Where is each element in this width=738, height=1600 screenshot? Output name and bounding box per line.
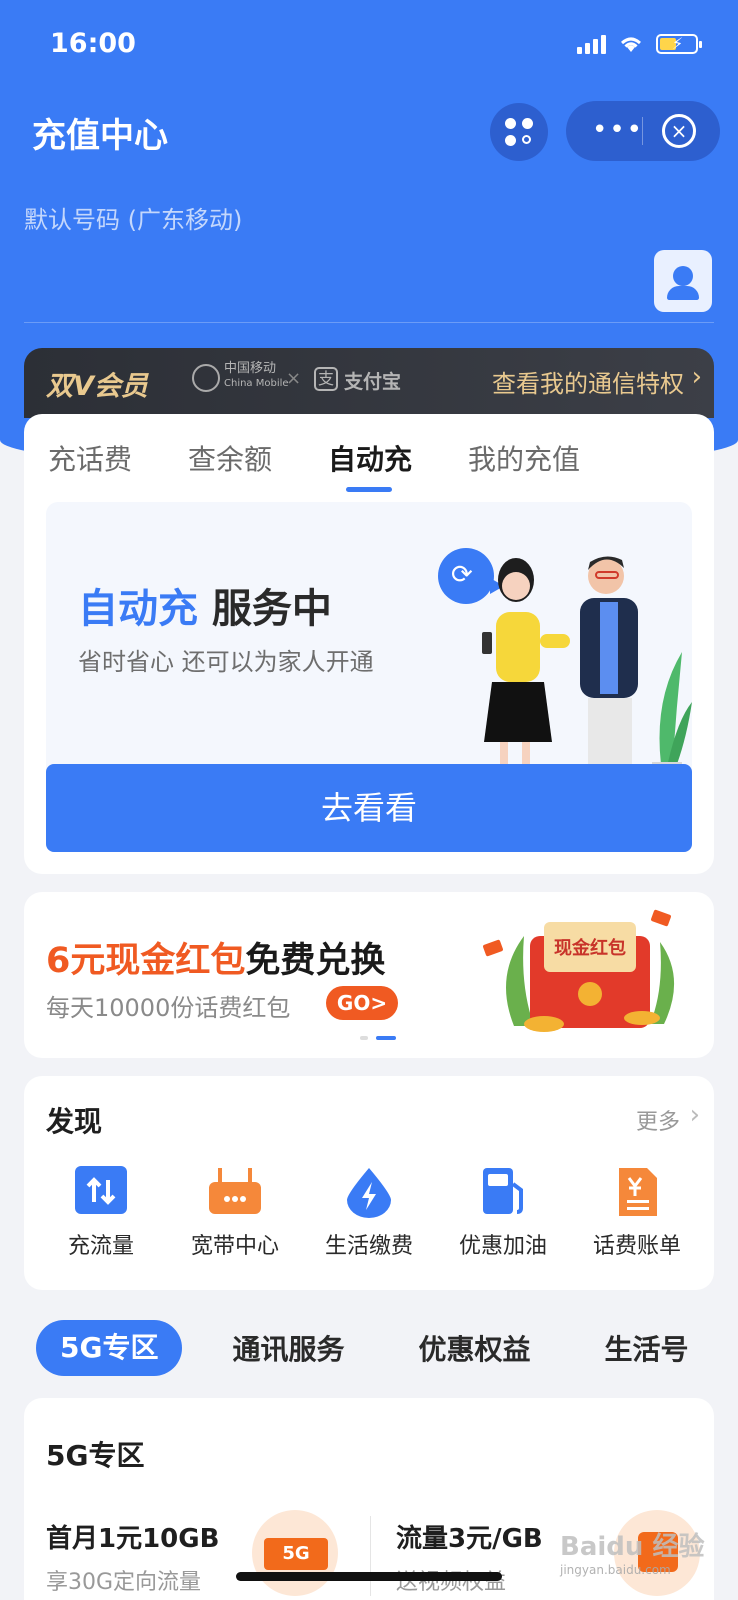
china-mobile-text: 中国移动 China Mobile	[224, 361, 289, 390]
product-title[interactable]: 流量3元/GB	[396, 1518, 543, 1555]
discover-item-label: 宽带中心	[190, 1234, 279, 1259]
go-see-button[interactable]: 去看看	[46, 764, 692, 852]
discover-item-label: 话费账单	[592, 1234, 681, 1259]
discover-item-label: 充流量	[67, 1234, 134, 1259]
vip-title: 双V会员	[46, 371, 148, 402]
china-mobile-logo-icon	[192, 364, 220, 392]
view-privileges-link[interactable]: 查看我的通信特权	[492, 364, 684, 399]
divider	[370, 1516, 371, 1596]
contact-picker-button[interactable]	[654, 250, 712, 312]
chevron-right-icon: ›	[689, 1100, 700, 1130]
more-options-icon[interactable]: •••	[592, 115, 644, 145]
discover-item-bill[interactable]: 话费账单	[577, 1166, 697, 1260]
discover-item-fuel[interactable]: 优惠加油	[443, 1166, 563, 1260]
tab-balance[interactable]: 查余额	[188, 438, 272, 478]
carousel-indicator	[360, 1036, 396, 1040]
tab-discount-rights[interactable]: 优惠权益	[418, 1328, 530, 1368]
miniapp-capsule: ••• ×	[566, 101, 720, 161]
discover-item-label: 生活缴费	[324, 1234, 413, 1259]
status-bar: 16:00 ⚡	[50, 28, 702, 64]
lightning-drop-icon	[343, 1166, 395, 1218]
close-icon[interactable]: ×	[662, 114, 696, 148]
tab-auto-recharge[interactable]: 自动充	[328, 438, 412, 492]
5g-ticket-icon: 5G	[252, 1510, 338, 1596]
router-icon	[209, 1166, 261, 1218]
fuel-pump-icon	[477, 1166, 529, 1218]
promo-go-button[interactable]: GO>	[326, 986, 398, 1020]
red-packet-label: 现金红包	[554, 937, 626, 959]
tab-my-recharge[interactable]: 我的充值	[468, 438, 580, 478]
product-subtitle: 享30G定向流量	[46, 1570, 202, 1595]
discover-more-link[interactable]: 更多	[636, 1104, 680, 1136]
signal-icon	[577, 34, 606, 54]
recharge-tabs: 充话费 查余额 自动充 我的充值	[48, 438, 580, 492]
discover-item-broadband[interactable]: 宽带中心	[175, 1166, 295, 1260]
alipay-logo-icon: 支	[314, 367, 338, 391]
alipay-text: 支付宝	[344, 371, 402, 393]
red-packet-illustration: 现金红包	[483, 909, 675, 1032]
discover-title: 发现	[46, 1105, 103, 1138]
times-symbol: ×	[286, 368, 302, 389]
contact-icon	[673, 266, 693, 286]
product-title[interactable]: 首月1元10GB	[46, 1518, 219, 1555]
tab-telecom-service[interactable]: 通讯服务	[232, 1328, 344, 1368]
scan-switch-button[interactable]	[490, 103, 548, 161]
vip-membership-bar[interactable]: 双V会员 中国移动 China Mobile × 支 支付宝 查看我的通信特权 ›	[24, 348, 714, 418]
people-illustration	[482, 556, 692, 780]
banner-title: 自动充 服务中	[78, 586, 332, 632]
discover-item-utilities[interactable]: 生活缴费	[309, 1166, 429, 1260]
discover-section: 发现 更多 › 充流量 宽带中心 生活缴费 优惠加油 话费账单	[24, 1076, 714, 1290]
data-recharge-icon	[75, 1166, 127, 1218]
discover-item-data[interactable]: 充流量	[41, 1166, 161, 1260]
status-time: 16:00	[50, 28, 136, 59]
zone-title: 5G专区	[46, 1439, 145, 1472]
wifi-icon	[621, 37, 641, 52]
category-tabs: 5G专区 通讯服务 优惠权益 生活号	[36, 1320, 689, 1376]
page-title: 充值中心	[32, 116, 168, 156]
promo-title: 6元现金红包免费兑换	[46, 941, 386, 981]
banner-subtitle: 省时省心 还可以为家人开通	[78, 648, 374, 676]
bill-icon	[611, 1166, 663, 1218]
battery-icon: ⚡	[656, 34, 702, 54]
default-number-label[interactable]: 默认号码 (广东移动)	[24, 200, 242, 235]
home-indicator[interactable]	[236, 1572, 502, 1581]
red-packet-promo[interactable]: 6元现金红包免费兑换 每天10000份话费红包 GO> 现金红包	[24, 892, 714, 1058]
auto-recharge-banner: 自动充 服务中 省时省心 还可以为家人开通 ⟳	[46, 502, 692, 782]
promo-subtitle: 每天10000份话费红包	[46, 994, 291, 1022]
recharge-card: 充话费 查余额 自动充 我的充值 自动充 服务中 省时省心 还可以为家人开通 ⟳	[24, 414, 714, 874]
tab-life-account[interactable]: 生活号	[605, 1328, 689, 1368]
chevron-right-icon: ›	[691, 362, 702, 392]
watermark: Baidu 经验 jingyan.baidu.com	[560, 1532, 705, 1577]
divider	[24, 322, 714, 323]
tab-recharge[interactable]: 充话费	[48, 438, 132, 478]
discover-item-label: 优惠加油	[458, 1234, 547, 1259]
tab-5g-zone[interactable]: 5G专区	[36, 1320, 183, 1376]
